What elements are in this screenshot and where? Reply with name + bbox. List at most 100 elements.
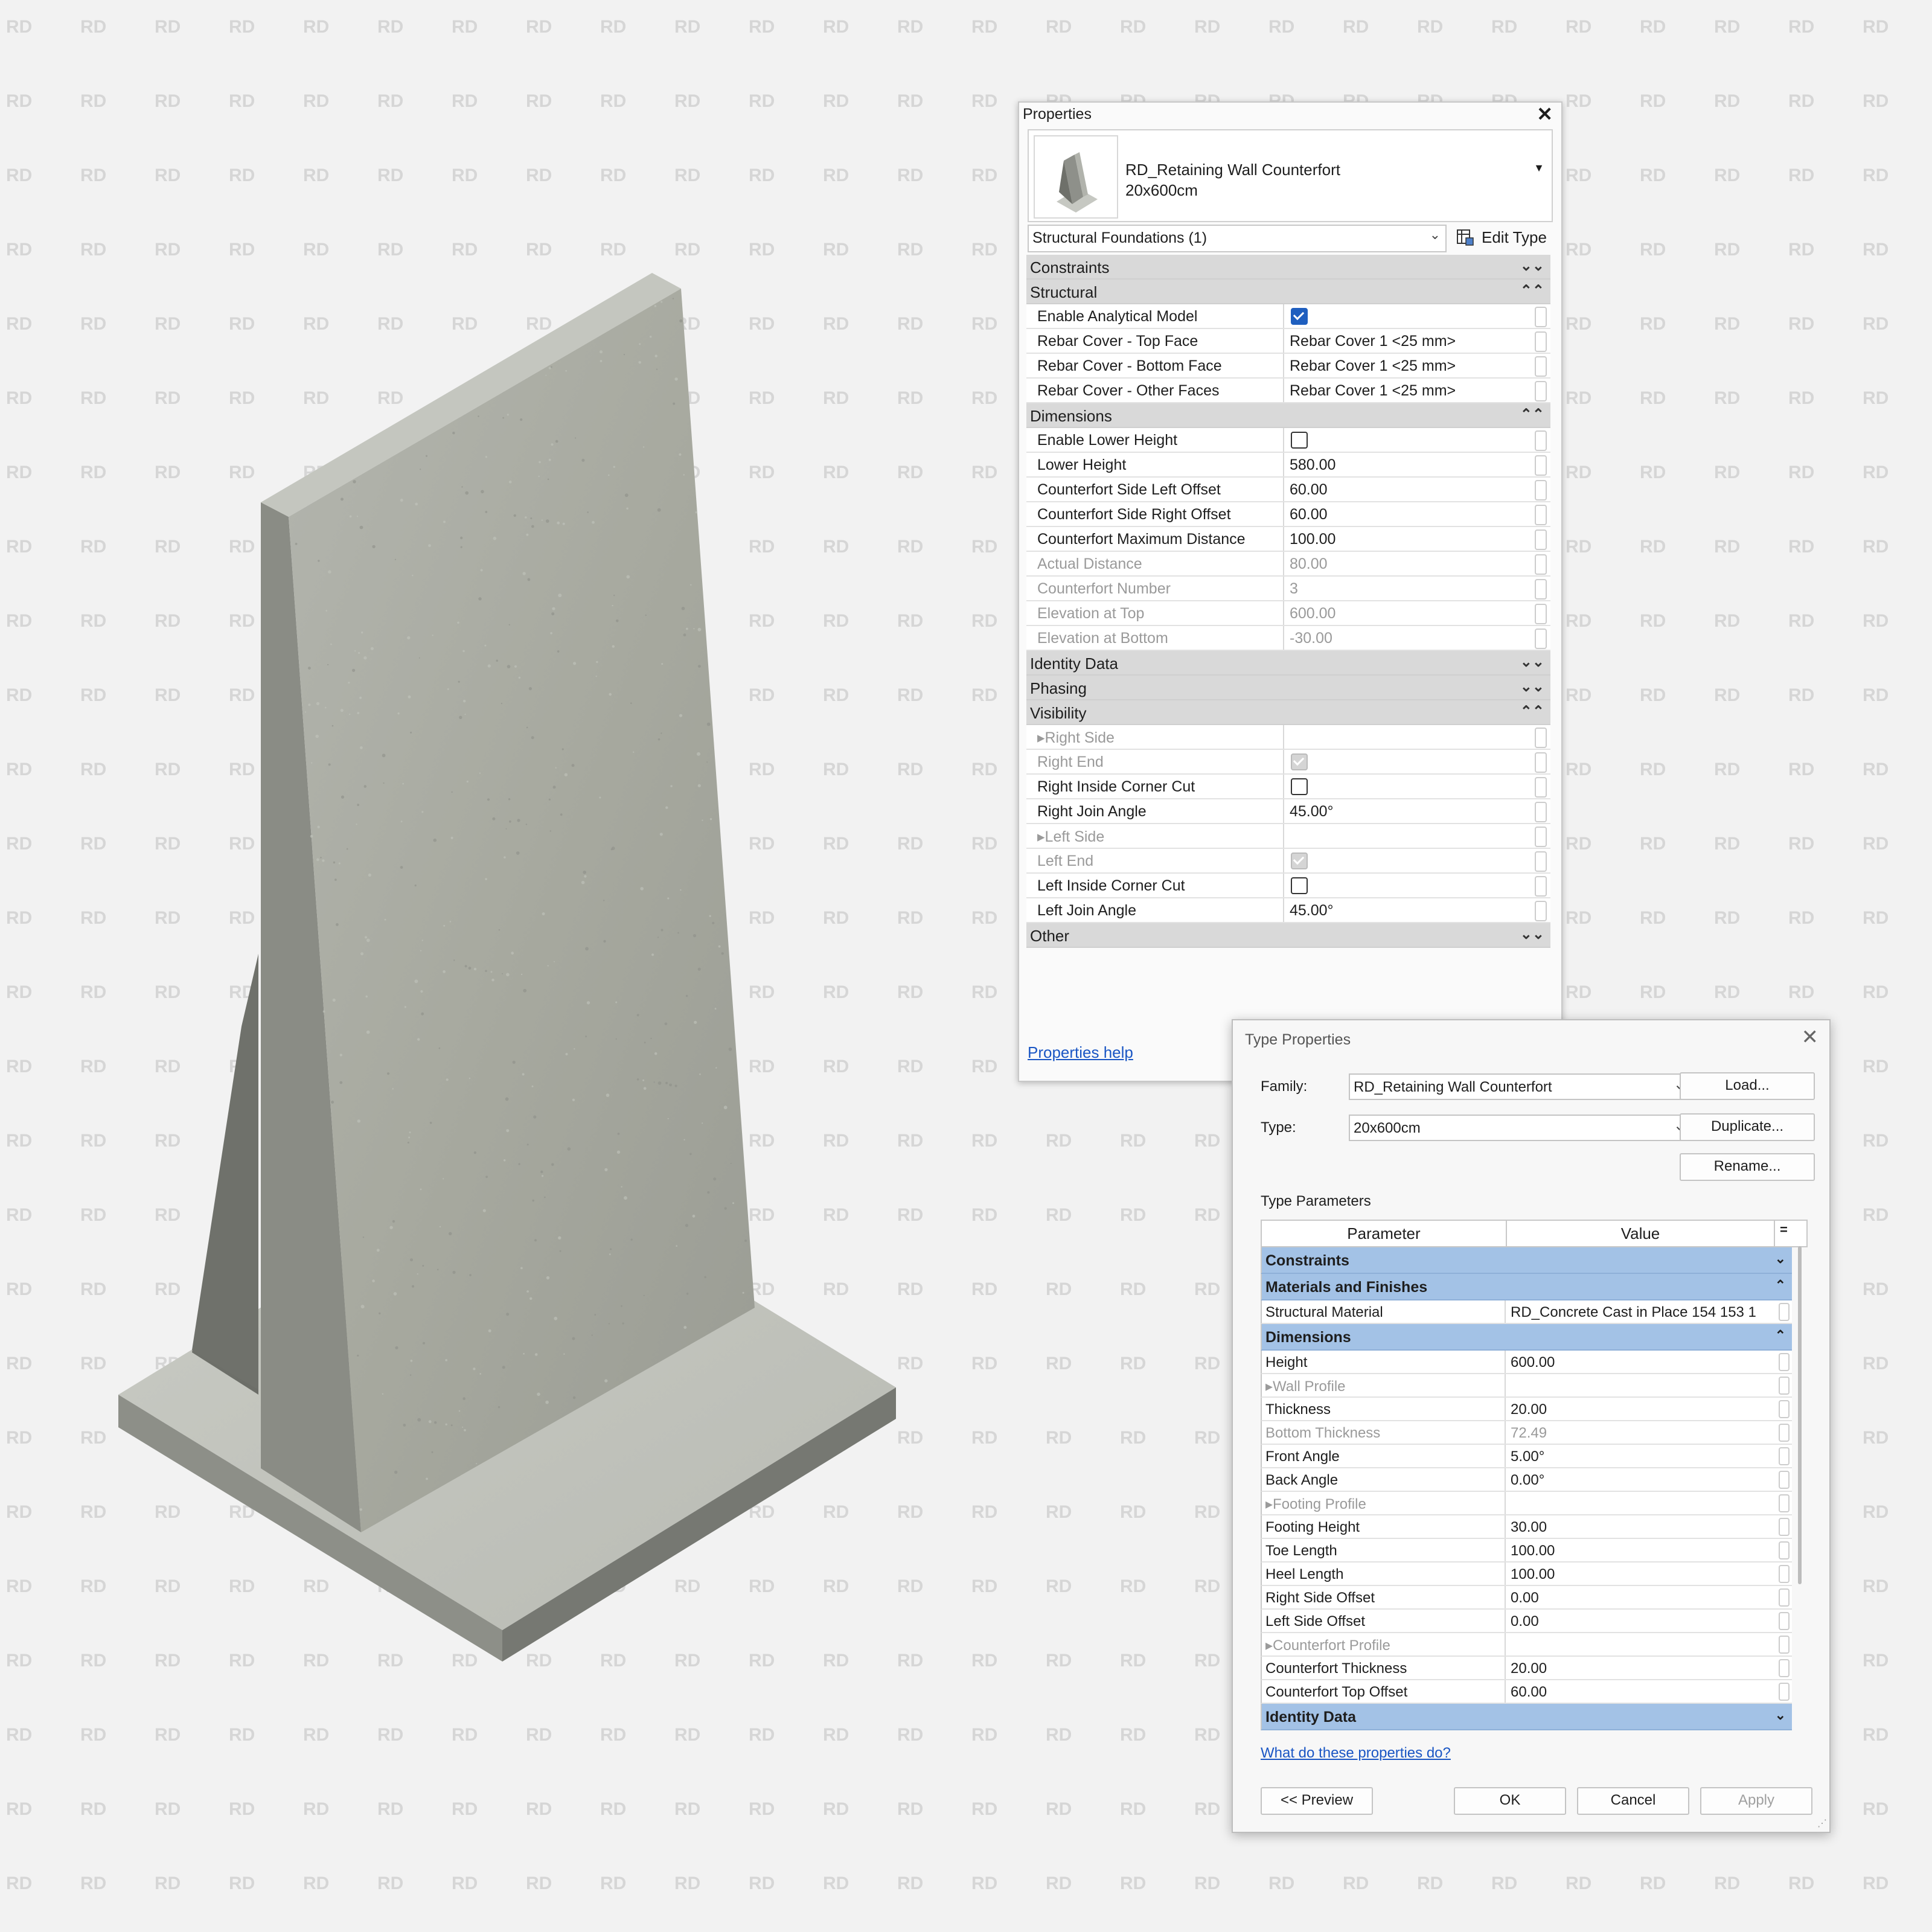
property-checkbox[interactable] xyxy=(1291,308,1308,325)
close-icon[interactable]: ✕ xyxy=(1537,103,1553,126)
property-row[interactable]: Rebar Cover - Other Faces Rebar Cover 1 <… xyxy=(1026,379,1550,403)
parameter-row[interactable]: Heel Length 100.00 xyxy=(1261,1563,1792,1586)
property-row[interactable]: Right Join Angle 45.00° xyxy=(1026,799,1550,824)
retaining-wall-3d-view[interactable] xyxy=(0,0,966,1751)
type-parameters-rows[interactable]: Constraints ⌄ Materials and Finishes ⌃ Struc… xyxy=(1261,1247,1808,1730)
parameter-value[interactable]: 0.00 xyxy=(1511,1590,1770,1607)
properties-grid[interactable]: Constraints ⌄⌄ Structural ⌃⌃ Enable Analytic… xyxy=(1026,255,1550,948)
parameter-row[interactable]: ▸Footing Profile xyxy=(1261,1492,1792,1515)
category-row[interactable]: Materials and Finishes ⌃ xyxy=(1261,1274,1792,1300)
collapse-toggle-icon[interactable]: ⌃⌃ xyxy=(1520,703,1544,720)
parameter-value[interactable]: 100.00 xyxy=(1511,1566,1770,1583)
property-value[interactable]: 60.00 xyxy=(1290,481,1531,499)
parameter-value[interactable]: 0.00° xyxy=(1511,1472,1770,1489)
property-value[interactable]: 45.00° xyxy=(1290,803,1531,820)
edit-type-button[interactable]: Edit Type xyxy=(1454,225,1553,250)
parameter-row[interactable]: Back Angle 0.00° xyxy=(1261,1468,1792,1492)
table-scrollbar[interactable] xyxy=(1798,1246,1802,1584)
property-row[interactable]: Right Inside Corner Cut xyxy=(1026,775,1550,799)
property-row[interactable]: Counterfort Maximum Distance 100.00 xyxy=(1026,527,1550,552)
type-dropdown[interactable]: 20x600cm ⌄ xyxy=(1349,1115,1693,1141)
category-row[interactable]: Phasing ⌄⌄ xyxy=(1026,676,1550,700)
apply-button[interactable]: Apply xyxy=(1700,1787,1812,1815)
parameter-row[interactable]: Front Angle 5.00° xyxy=(1261,1445,1792,1468)
property-row[interactable]: Rebar Cover - Top Face Rebar Cover 1 <25 … xyxy=(1026,329,1550,354)
property-row[interactable]: Rebar Cover - Bottom Face Rebar Cover 1 <… xyxy=(1026,354,1550,379)
collapse-toggle-icon[interactable]: ⌄⌄ xyxy=(1520,257,1544,275)
parameter-row[interactable]: Counterfort Thickness 20.00 xyxy=(1261,1657,1792,1680)
property-value[interactable]: 3 xyxy=(1290,580,1531,598)
duplicate-button[interactable]: Duplicate... xyxy=(1680,1113,1815,1141)
chevron-down-icon[interactable]: ⌄ xyxy=(1430,227,1441,243)
chevron-down-icon[interactable]: ▼ xyxy=(1534,162,1544,174)
category-row[interactable]: Visibility ⌃⌃ xyxy=(1026,700,1550,725)
parameter-row[interactable]: Toe Length 100.00 xyxy=(1261,1539,1792,1563)
property-value[interactable]: 600.00 xyxy=(1290,605,1531,622)
parameter-row[interactable]: Right Side Offset 0.00 xyxy=(1261,1586,1792,1610)
rename-button[interactable]: Rename... xyxy=(1680,1153,1815,1181)
family-dropdown[interactable]: RD_Retaining Wall Counterfort ⌄ xyxy=(1349,1073,1693,1100)
property-row[interactable]: Left Inside Corner Cut xyxy=(1026,874,1550,898)
parameter-row[interactable]: Counterfort Top Offset 60.00 xyxy=(1261,1680,1792,1704)
property-value[interactable]: 100.00 xyxy=(1290,531,1531,548)
property-row[interactable]: ▸Right Side xyxy=(1026,725,1550,750)
parameter-value[interactable]: RD_Concrete Cast in Place 154 153 1 xyxy=(1511,1304,1770,1321)
parameter-value[interactable]: 0.00 xyxy=(1511,1613,1770,1630)
category-row[interactable]: Constraints ⌄⌄ xyxy=(1026,255,1550,280)
parameter-row[interactable]: Thickness 20.00 xyxy=(1261,1398,1792,1421)
parameter-value[interactable]: 30.00 xyxy=(1511,1519,1770,1536)
property-row[interactable]: Lower Height 580.00 xyxy=(1026,453,1550,478)
ok-button[interactable]: OK xyxy=(1454,1787,1566,1815)
property-row[interactable]: Elevation at Bottom -30.00 xyxy=(1026,626,1550,651)
property-value[interactable]: Rebar Cover 1 <25 mm> xyxy=(1290,357,1531,375)
type-selector[interactable]: RD_Retaining Wall Counterfort 20x600cm ▼ xyxy=(1028,129,1553,222)
property-value[interactable]: 80.00 xyxy=(1290,555,1531,573)
property-row[interactable]: Left End xyxy=(1026,849,1550,874)
parameter-row[interactable]: Bottom Thickness 72.49 xyxy=(1261,1421,1792,1445)
property-checkbox[interactable] xyxy=(1291,432,1308,449)
parameter-value[interactable]: 100.00 xyxy=(1511,1543,1770,1559)
property-row[interactable]: Elevation at Top 600.00 xyxy=(1026,601,1550,626)
collapse-toggle-icon[interactable]: ⌃⌃ xyxy=(1520,406,1544,423)
property-row[interactable]: Counterfort Side Right Offset 60.00 xyxy=(1026,502,1550,527)
parameter-row[interactable]: ▸Counterfort Profile xyxy=(1261,1633,1792,1657)
type-properties-dialog[interactable]: Type Properties ✕ Family: RD_Retaining W… xyxy=(1232,1019,1831,1833)
parameter-value[interactable]: 5.00° xyxy=(1511,1448,1770,1465)
collapse-toggle-icon[interactable]: ⌄ xyxy=(1775,1251,1786,1267)
property-value[interactable]: -30.00 xyxy=(1290,630,1531,647)
parameter-row[interactable]: Height 600.00 xyxy=(1261,1351,1792,1374)
collapse-toggle-icon[interactable]: ⌃⌃ xyxy=(1520,282,1544,299)
parameter-value[interactable]: 60.00 xyxy=(1511,1684,1770,1701)
property-row[interactable]: Enable Analytical Model xyxy=(1026,304,1550,329)
category-row[interactable]: Dimensions ⌃ xyxy=(1261,1324,1792,1351)
parameter-value[interactable]: 72.49 xyxy=(1511,1425,1770,1442)
parameter-value[interactable]: 20.00 xyxy=(1511,1660,1770,1677)
properties-explanation-link[interactable]: What do these properties do? xyxy=(1261,1745,1451,1762)
collapse-toggle-icon[interactable]: ⌄⌄ xyxy=(1520,678,1544,696)
property-value[interactable]: 45.00° xyxy=(1290,902,1531,920)
parameter-value[interactable]: 600.00 xyxy=(1511,1354,1770,1371)
property-value[interactable]: Rebar Cover 1 <25 mm> xyxy=(1290,333,1531,350)
category-row[interactable]: Identity Data ⌄ xyxy=(1261,1704,1792,1730)
property-row[interactable]: Counterfort Number 3 xyxy=(1026,577,1550,601)
property-row[interactable]: Counterfort Side Left Offset 60.00 xyxy=(1026,478,1550,502)
property-checkbox[interactable] xyxy=(1291,877,1308,895)
property-checkbox[interactable] xyxy=(1291,778,1308,796)
category-row[interactable]: Other ⌄⌄ xyxy=(1026,923,1550,948)
property-row[interactable]: Left Join Angle 45.00° xyxy=(1026,898,1550,923)
parameter-row[interactable]: Left Side Offset 0.00 xyxy=(1261,1610,1792,1633)
properties-titlebar[interactable]: Properties ✕ xyxy=(1019,103,1561,126)
category-row[interactable]: Constraints ⌄ xyxy=(1261,1247,1792,1274)
property-value[interactable]: Rebar Cover 1 <25 mm> xyxy=(1290,382,1531,400)
instance-filter-dropdown[interactable]: Structural Foundations (1) ⌄ xyxy=(1028,225,1447,252)
load-button[interactable]: Load... xyxy=(1680,1072,1815,1100)
category-row[interactable]: Identity Data ⌄⌄ xyxy=(1026,651,1550,676)
parameter-value[interactable]: 20.00 xyxy=(1511,1401,1770,1418)
collapse-toggle-icon[interactable]: ⌄⌄ xyxy=(1520,926,1544,943)
cancel-button[interactable]: Cancel xyxy=(1577,1787,1689,1815)
property-row[interactable]: Enable Lower Height xyxy=(1026,428,1550,453)
property-row[interactable]: Actual Distance 80.00 xyxy=(1026,552,1550,577)
close-icon[interactable]: ✕ xyxy=(1802,1025,1819,1049)
type-parameters-table[interactable]: Parameter Value = Constraints ⌄ Materials … xyxy=(1261,1220,1808,1730)
property-row[interactable]: ▸Left Side xyxy=(1026,824,1550,849)
